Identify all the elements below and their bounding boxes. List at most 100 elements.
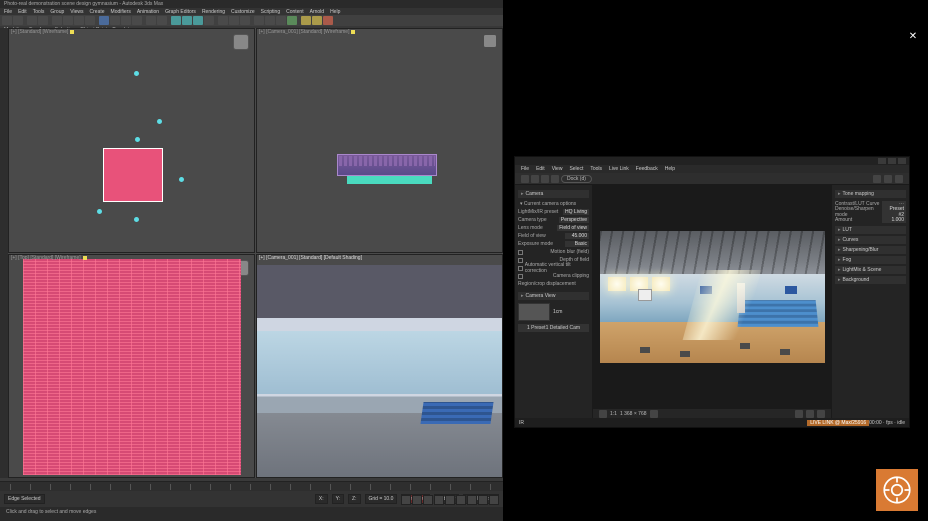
tb-render-setup[interactable] <box>301 16 311 25</box>
close-button[interactable]: ✕ <box>908 32 918 42</box>
coord-y[interactable]: Y: <box>332 494 344 504</box>
scene-helper[interactable] <box>179 177 184 182</box>
menu-group[interactable]: Group <box>50 9 64 15</box>
tb-select-region[interactable] <box>74 16 84 25</box>
sec-sharp[interactable]: Sharpening/Blur <box>835 246 906 254</box>
vp-front-label[interactable]: [+] [Camera_001] [Standard] [Wireframe] <box>259 29 355 35</box>
tb-redo[interactable] <box>13 16 23 25</box>
tb-layers[interactable] <box>254 16 264 25</box>
menu-animation[interactable]: Animation <box>137 9 159 15</box>
vp-top-label[interactable]: [+] [Standard] [Wireframe] <box>11 29 74 35</box>
win-close-button[interactable] <box>898 158 906 164</box>
menu-edit[interactable]: Edit <box>18 9 27 15</box>
coord-z[interactable]: Z: <box>348 494 360 504</box>
sec-camera-opts[interactable]: ▾ Current camera options <box>518 200 589 208</box>
refresh-button[interactable] <box>884 175 892 183</box>
tb-rotate[interactable] <box>110 16 120 25</box>
tb-move[interactable] <box>99 16 109 25</box>
menu-create[interactable]: Create <box>90 9 105 15</box>
vfb-menu-file[interactable]: File <box>521 166 529 172</box>
viewport-top[interactable]: [+] [Standard] [Wireframe] <box>8 28 255 253</box>
exp-value[interactable]: Basic <box>565 241 589 247</box>
menu-help[interactable]: Help <box>330 9 340 15</box>
vfb-menu-help[interactable]: Help <box>665 166 675 172</box>
tb-percent-snap[interactable] <box>193 16 203 25</box>
vp-left-label[interactable]: [+] [Top] [Standard] [Wireframe] <box>11 255 87 261</box>
play[interactable] <box>423 495 433 505</box>
vfb-menu-view[interactable]: View <box>552 166 563 172</box>
viewcube-icon[interactable] <box>234 35 248 49</box>
win-max-button[interactable] <box>888 158 896 164</box>
tb-angle-snap[interactable] <box>182 16 192 25</box>
top-plane-geo[interactable] <box>104 149 162 201</box>
lens-value[interactable]: Field of view <box>557 225 589 231</box>
fov-value[interactable]: 45.000 <box>565 233 589 239</box>
max-transport[interactable] <box>401 495 499 505</box>
vfb-menu-edit[interactable]: Edit <box>536 166 545 172</box>
left-grid-geo[interactable] <box>23 259 241 475</box>
sec-fog[interactable]: Fog <box>835 256 906 264</box>
tb-render[interactable] <box>323 16 333 25</box>
tb-spinner[interactable] <box>204 16 214 25</box>
sec-tonemap[interactable]: Tone mapping <box>835 190 906 198</box>
front-floor-geo[interactable] <box>347 176 432 184</box>
tb-mirror[interactable] <box>229 16 239 25</box>
max-main-toolbar[interactable] <box>0 15 503 26</box>
dock-pill[interactable]: Dock (d) <box>561 175 592 183</box>
tb-filter[interactable] <box>85 16 95 25</box>
vfb-menu-tools[interactable]: Tools <box>590 166 602 172</box>
pick-button[interactable] <box>551 175 559 183</box>
tb-select[interactable] <box>52 16 62 25</box>
lock-icon[interactable] <box>650 410 658 418</box>
sec-bg[interactable]: Background <box>835 276 906 284</box>
preset-value[interactable]: HQ Living <box>563 209 589 215</box>
vp-persp-label[interactable]: [+] [Camera_001] [Standard] [Default Sha… <box>259 255 362 261</box>
avc-checkbox[interactable] <box>518 266 523 271</box>
vfb-menu-livelink[interactable]: Live Link <box>609 166 629 172</box>
sec-camera[interactable]: Camera <box>518 190 589 198</box>
sec-curves[interactable]: Curves <box>835 236 906 244</box>
viewport-left[interactable]: [+] [Top] [Standard] [Wireframe] <box>8 254 255 478</box>
menu-views[interactable]: Views <box>70 9 83 15</box>
tb-material-editor[interactable] <box>287 16 297 25</box>
scene-helper[interactable] <box>135 137 140 142</box>
menu-graph[interactable]: Graph Editors <box>165 9 196 15</box>
tb-unlink[interactable] <box>38 16 48 25</box>
camtype-value[interactable]: Perspective <box>559 217 589 223</box>
coord-x[interactable]: X: <box>315 494 328 504</box>
viewport-perspective[interactable]: [+] [Camera_001] [Standard] [Default Sha… <box>256 254 503 478</box>
vfb-menu-feedback[interactable]: Feedback <box>636 166 658 172</box>
menu-modifiers[interactable]: Modifiers <box>111 9 131 15</box>
tb-curve-editor[interactable] <box>265 16 275 25</box>
play-next[interactable] <box>434 495 444 505</box>
sec-cameraview[interactable]: Camera View <box>518 292 589 300</box>
clip-checkbox[interactable] <box>518 274 523 279</box>
layer-thumbnail[interactable] <box>518 303 550 321</box>
mb-checkbox[interactable] <box>518 250 523 255</box>
menu-scripting[interactable]: Scripting <box>261 9 280 15</box>
sec-lut[interactable]: LUT <box>835 226 906 234</box>
menu-arnold[interactable]: Arnold <box>310 9 324 15</box>
tb-select-name[interactable] <box>63 16 73 25</box>
channel-next-button[interactable] <box>806 410 814 418</box>
tb-scale[interactable] <box>121 16 131 25</box>
front-building-geo[interactable] <box>337 154 437 176</box>
channel-prev-button[interactable] <box>795 410 803 418</box>
sec-lightmix[interactable]: LightMix & Scene <box>835 266 906 274</box>
zoom-value[interactable]: 1:1 <box>610 411 617 417</box>
settings-button[interactable] <box>895 175 903 183</box>
menu-file[interactable]: File <box>4 9 12 15</box>
zoom-fit-button[interactable] <box>599 410 607 418</box>
viewcube-icon[interactable] <box>484 35 496 47</box>
max-left-panel[interactable] <box>0 28 8 478</box>
tb-link[interactable] <box>27 16 37 25</box>
play-prev[interactable] <box>412 495 422 505</box>
nav-max[interactable] <box>489 495 499 505</box>
vfb-titlebar[interactable] <box>515 157 909 165</box>
region-button[interactable] <box>541 175 549 183</box>
save-image-button[interactable] <box>817 410 825 418</box>
play-start[interactable] <box>401 495 411 505</box>
max-timeline[interactable] <box>0 481 503 491</box>
render-view[interactable] <box>593 185 831 408</box>
tb-undo[interactable] <box>2 16 12 25</box>
